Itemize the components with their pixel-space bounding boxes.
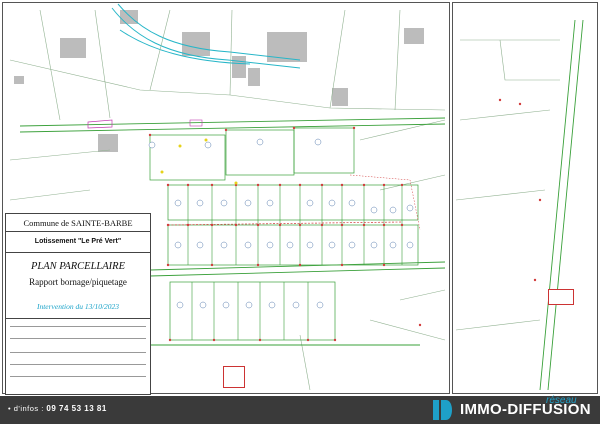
lot-dividers bbox=[187, 185, 403, 340]
infos-label: • d'infos : bbox=[8, 404, 44, 413]
marker-legend-box bbox=[223, 366, 245, 388]
phone-number: 09 74 53 13 81 bbox=[46, 404, 107, 413]
title-block: Commune de SAINTE-BARBE Lotissement "Le … bbox=[5, 213, 151, 395]
lotissement-name: Lotissement "Le Pré Vert" bbox=[34, 238, 122, 245]
plan-sheet: Commune de SAINTE-BARBE Lotissement "Le … bbox=[0, 0, 600, 396]
red-boundary-line bbox=[167, 221, 403, 226]
plan-title: PLAN PARCELLAIRE bbox=[30, 261, 126, 272]
divider bbox=[6, 231, 150, 232]
info-row bbox=[10, 364, 146, 375]
commune-name: Commune de SAINTE-BARBE bbox=[23, 218, 133, 228]
marker-legend-box-2 bbox=[548, 289, 574, 305]
logo-mark-icon bbox=[433, 400, 452, 420]
brand-name: IMMO-DIFFUSION bbox=[460, 401, 591, 418]
divider bbox=[6, 252, 150, 253]
divider bbox=[6, 318, 150, 319]
info-row bbox=[10, 376, 146, 387]
footer-banner: • d'infos : 09 74 53 13 81 réseau IMMO-D… bbox=[0, 395, 600, 424]
info-row bbox=[10, 352, 146, 363]
legend-row bbox=[10, 338, 146, 349]
plan-subtitle: Rapport bornage/piquetage bbox=[29, 277, 127, 287]
legend-row bbox=[10, 326, 146, 337]
intervention-date: Intervention du 13/10/2023 bbox=[36, 302, 120, 311]
phone-info[interactable]: • d'infos : 09 74 53 13 81 bbox=[8, 404, 107, 413]
